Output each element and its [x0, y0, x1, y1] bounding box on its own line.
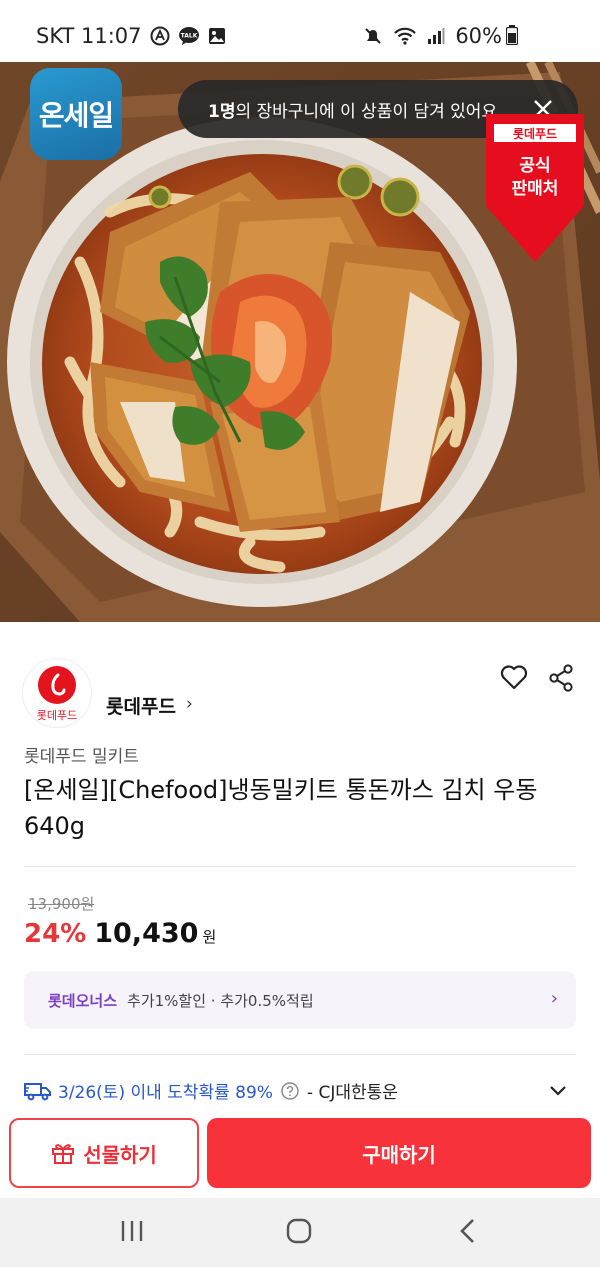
wifi-icon	[393, 26, 417, 46]
back-icon[interactable]	[458, 1218, 476, 1244]
product-title: [온세일][Chefood]냉동밀키트 통돈까스 김치 우동 640g	[24, 776, 538, 840]
mute-icon	[363, 26, 383, 46]
onsale-logo: 온세일	[30, 68, 122, 160]
gift-button[interactable]: 선물하기	[9, 1118, 199, 1188]
truck-icon	[24, 1081, 52, 1101]
brand-link[interactable]: 롯데푸드	[106, 692, 176, 719]
carrier-name: - CJ대한통운	[306, 1083, 398, 1103]
benefit-brand: 롯데오너스	[48, 991, 118, 1010]
svg-text:공식: 공식	[519, 156, 550, 176]
action-bar: 선물하기 구매하기	[0, 1112, 600, 1198]
original-price: 13,900원	[28, 895, 95, 913]
gallery-icon	[208, 27, 226, 45]
carrier-time: SKT 11:07	[36, 24, 142, 48]
delivery-info[interactable]: 3/26(토) 이내 도착확률 89% - CJ대한통운	[24, 1078, 398, 1103]
benefit-text: 추가1%할인 · 추가0.5%적립	[127, 991, 314, 1010]
home-icon[interactable]	[286, 1218, 312, 1244]
product-category[interactable]: 롯데푸드 밀키트	[24, 742, 139, 767]
svg-text:롯데푸드: 롯데푸드	[513, 126, 557, 141]
chevron-right-icon[interactable]: ›	[186, 694, 193, 714]
brand-logo[interactable]: 롯데푸드	[22, 658, 92, 728]
price-row: 24% 10,430 원	[24, 918, 216, 949]
toast-message: 1명의 장바구니에 이 상품이 담겨 있어요.	[208, 101, 503, 122]
currency-unit: 원	[202, 928, 217, 946]
help-icon[interactable]	[281, 1081, 299, 1100]
svg-text:판매처: 판매처	[512, 179, 559, 199]
system-nav-bar	[0, 1198, 600, 1267]
lotte-logo-icon	[38, 665, 76, 704]
recents-icon[interactable]	[120, 1220, 144, 1242]
product-image[interactable]: 온세일 1명의 장바구니에 이 상품이 담겨 있어요. 롯데푸드 공식 판매처	[0, 62, 600, 622]
buy-button-label: 구매하기	[362, 1142, 436, 1167]
share-icon[interactable]	[548, 664, 574, 692]
battery-percent: 60%	[455, 24, 502, 48]
gift-icon	[51, 1141, 75, 1165]
lotte-owners-benefit[interactable]: 롯데오너스 추가1%할인 · 추가0.5%적립 ›	[24, 971, 576, 1029]
signal-icon	[427, 27, 445, 45]
status-bar: SKT 11:07 TALK 60%	[0, 0, 600, 62]
svg-text:TALK: TALK	[180, 33, 197, 40]
gift-button-label: 선물하기	[83, 1142, 157, 1167]
delivery-date: 3/26(토) 이내 도착확률 89%	[58, 1083, 273, 1103]
chevron-down-icon[interactable]	[548, 1082, 568, 1096]
a-icon	[150, 26, 170, 46]
chevron-right-icon: ›	[550, 988, 558, 1009]
discount-rate: 24%	[24, 919, 87, 949]
official-seller-badge: 롯데푸드 공식 판매처	[484, 114, 586, 264]
heart-icon[interactable]	[500, 664, 528, 690]
talk-icon: TALK	[178, 26, 200, 46]
sale-price: 10,430	[94, 918, 199, 949]
divider	[24, 1054, 576, 1055]
battery-icon	[505, 25, 519, 49]
buy-button[interactable]: 구매하기	[207, 1118, 591, 1188]
divider	[24, 866, 576, 867]
